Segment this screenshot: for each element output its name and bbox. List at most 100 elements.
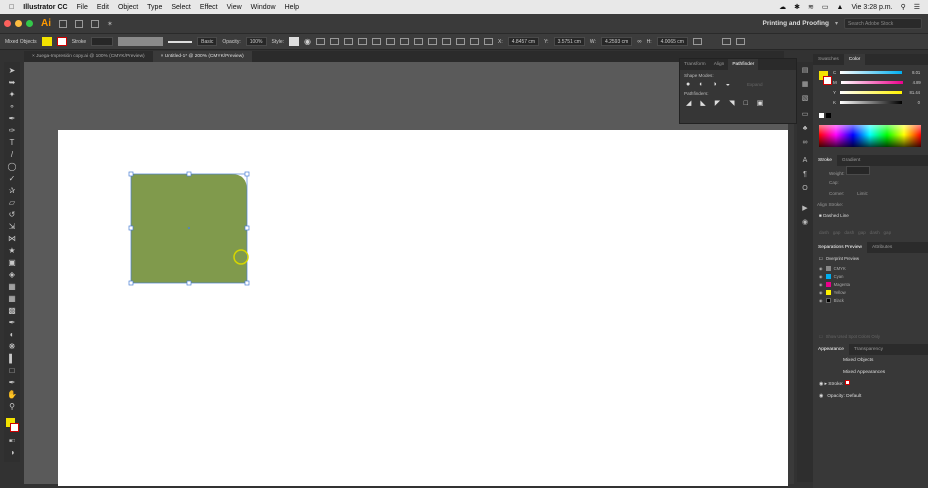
align-bottom-icon[interactable] [400,38,410,45]
panel-menu-icon[interactable] [735,38,745,45]
zoom-window-icon[interactable] [26,20,33,27]
height-field[interactable]: 4.0065 cm [656,37,688,46]
perspective-grid-tool-icon[interactable]: ▦ [7,282,17,292]
channel-y-slider[interactable] [840,90,903,94]
resize-handle[interactable] [128,171,134,177]
arrange-documents-icon[interactable] [91,19,99,28]
free-transform-tool-icon[interactable]: ▣ [7,258,17,268]
align-right-icon[interactable] [358,38,368,45]
stock-icon[interactable] [75,19,83,28]
merge-icon[interactable]: ◤ [715,99,720,107]
ink-row[interactable]: ◉ Black [813,296,928,304]
zoom-tool-icon[interactable]: ⚲ [7,402,17,412]
color-spectrum[interactable] [819,125,921,147]
menu-type[interactable]: Type [147,4,162,11]
menu-window[interactable]: Window [251,4,276,11]
align-middle-icon[interactable] [386,38,396,45]
channel-k-slider[interactable] [840,100,903,104]
variable-width-profile[interactable] [118,37,164,46]
x-field[interactable]: 4.8457 cm [507,37,540,46]
gpu-performance-icon[interactable]: ✶ [107,20,113,28]
distribute-right-icon[interactable] [470,38,480,45]
align-top-icon[interactable] [372,38,382,45]
line-tool-icon[interactable]: / [7,150,17,160]
resize-handle[interactable] [186,280,192,286]
bluetooth-icon[interactable]: ✱ [794,3,800,11]
unite-icon[interactable]: ● [686,81,690,88]
tab-document-1[interactable]: × Juega-Impresión copy.ai @ 100% (CMYK/P… [24,51,153,62]
menu-help[interactable]: Help [285,4,299,11]
links-panel-icon[interactable]: ∞ [800,138,810,148]
align-left-icon[interactable] [330,38,340,45]
distribute-center-icon[interactable] [428,38,438,45]
appearance-stroke-swatch[interactable] [844,380,850,385]
stroke-color-icon[interactable] [10,423,19,432]
fill-swatch[interactable] [41,37,52,46]
hand-tool-icon[interactable]: ✋ [7,390,17,400]
rotate-tool-icon[interactable]: ↺ [7,210,17,220]
weight-field[interactable] [845,166,870,175]
channel-c-value[interactable]: 8.01 [906,70,920,75]
channel-m-value[interactable]: 4.89 [907,80,921,85]
actions-panel-icon[interactable]: ▶ [800,204,810,214]
paragraph-panel-icon[interactable]: ¶ [800,170,810,180]
notification-center-icon[interactable]: ☰ [914,3,920,11]
tab-transparency[interactable]: Transparency [849,344,888,355]
opacity-field[interactable]: 100% [245,37,267,46]
tab-appearance[interactable]: Appearance [813,344,849,355]
ink-row[interactable]: ◉ Yellow [813,288,928,296]
opentype-panel-icon[interactable]: O [800,184,810,194]
apple-icon[interactable]:  [9,4,14,11]
bridge-icon[interactable] [59,19,67,28]
character-panel-icon[interactable]: A [800,156,810,166]
tab-stroke[interactable]: Stroke [813,155,837,166]
draw-mode-icon[interactable]: ◑ [7,448,17,458]
shape-builder-tool-icon[interactable]: ◈ [7,270,17,280]
pen-tool-icon[interactable]: ✒ [7,114,17,124]
menu-view[interactable]: View [227,4,242,11]
workspace-switcher[interactable]: Printing and Proofing [763,20,829,27]
minus-back-icon[interactable]: ▣ [757,99,764,107]
stock-search-input[interactable]: Search Adobe Stock [844,18,922,29]
ink-row[interactable]: ◉ Cyan [813,272,928,280]
graphic-style-swatch[interactable] [289,37,300,46]
tab-color[interactable]: Color [843,54,866,65]
channel-m-slider[interactable] [840,80,903,84]
dashed-line-row[interactable]: ■ Dashed Line [813,210,928,221]
resize-handle[interactable] [128,280,134,286]
menu-edit[interactable]: Edit [97,4,109,11]
symbol-sprayer-tool-icon[interactable]: ❋ [7,342,17,352]
artboards-panel-icon[interactable]: ▤ [800,66,810,76]
vertical-scrollbar[interactable] [788,62,794,484]
menubar-clock[interactable]: Vie 3:28 p.m. [851,4,892,11]
menu-object[interactable]: Object [118,4,138,11]
distribute-top-icon[interactable] [414,38,424,45]
resize-handle[interactable] [186,171,192,177]
symbols-panel-icon[interactable]: ♣ [800,124,810,134]
tab-attributes[interactable]: Attributes [867,242,897,253]
scale-tool-icon[interactable]: ⇲ [7,222,17,232]
mesh-tool-icon[interactable]: ▦ [7,294,17,304]
tab-pathfinder[interactable]: Pathfinder [728,59,759,70]
resize-handle[interactable] [128,225,134,231]
color-mode-icon[interactable]: ■□ [7,436,17,446]
width-tool-icon[interactable]: ⋈ [7,234,17,244]
eraser-tool-icon[interactable]: ▱ [7,198,17,208]
puppet-warp-tool-icon[interactable]: ★ [7,246,17,256]
chevron-down-icon[interactable]: ▾ [835,20,838,27]
lasso-tool-icon[interactable]: ⚬ [7,102,17,112]
divide-icon[interactable]: ◢ [686,99,691,107]
link-proportions-icon[interactable]: ∞ [637,39,641,45]
selection-tool-icon[interactable]: ➤ [7,66,17,76]
distribute-bottom-icon[interactable] [442,38,452,45]
minimize-window-icon[interactable] [15,20,22,27]
menu-effect[interactable]: Effect [200,4,218,11]
menu-file[interactable]: File [77,4,88,11]
slice-tool-icon[interactable]: ✒ [7,378,17,388]
paintbrush-tool-icon[interactable]: ✓ [7,174,17,184]
asset-export-icon[interactable]: ▭ [800,110,810,120]
artboard-tool-icon[interactable]: □ [7,366,17,376]
exclude-icon[interactable]: ◒ [726,81,730,88]
column-graph-tool-icon[interactable]: ▌ [7,354,17,364]
volume-icon[interactable]: ▲ [837,4,844,11]
